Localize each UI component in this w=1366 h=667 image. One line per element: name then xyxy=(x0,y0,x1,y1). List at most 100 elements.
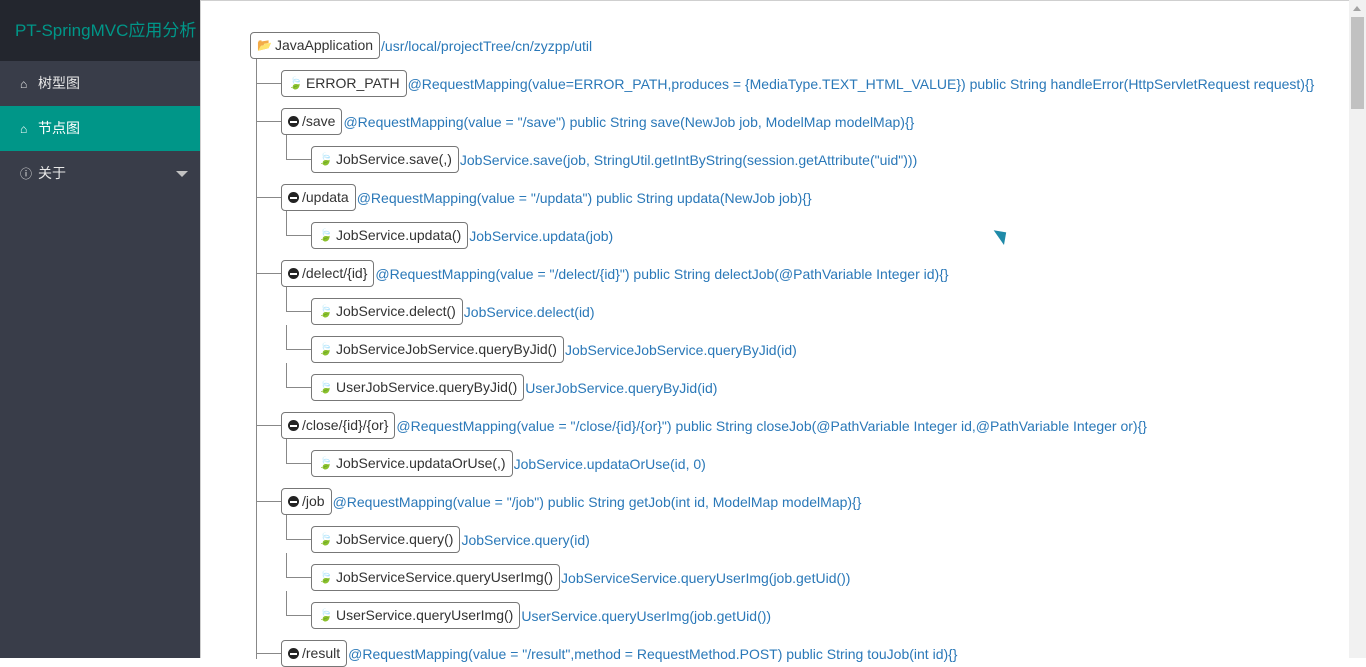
tree-leaf-row: 🍃 JobService.save(,) JobService.save(job, … xyxy=(311,146,917,173)
tree-leaf-row: 🍃 ERROR_PATH @RequestMapping(value=ERROR_P… xyxy=(281,70,1314,97)
home-icon: ⌂ xyxy=(20,122,28,136)
node-tree: 📂 JavaApplication /usr/local/projectTree… xyxy=(201,1,1350,667)
tree-node[interactable]: /result xyxy=(281,640,348,667)
node-description: JobServiceJobService.queryByJid(id) xyxy=(564,341,797,358)
tree-node[interactable]: /job xyxy=(281,488,332,515)
node-description: @RequestMapping(value=ERROR_PATH,produce… xyxy=(407,75,1315,92)
node-description: @RequestMapping(value = "/updata") publi… xyxy=(356,189,812,206)
node-label: /result xyxy=(302,645,341,661)
leaf-icon: 🍃 xyxy=(318,570,333,584)
node-description: JobServiceService.queryUserImg(job.getUi… xyxy=(561,569,851,586)
tree-leaf-row: 🍃 JobServiceJobService.queryByJid() JobSer… xyxy=(311,336,797,363)
node-description: UserJobService.queryByJid(id) xyxy=(525,379,718,396)
tree-leaf-row: 🍃 JobService.delect() JobService.delect(id… xyxy=(311,298,595,325)
tree-node[interactable]: /save xyxy=(281,108,343,135)
tree-node[interactable]: 📂 JavaApplication xyxy=(250,32,381,59)
info-icon: ⓘ xyxy=(20,167,33,181)
node-description: @RequestMapping(value = "/job") public S… xyxy=(332,493,862,510)
leaf-icon: 🍃 xyxy=(318,228,333,242)
tree-connector xyxy=(286,235,311,236)
tree-connector xyxy=(286,577,311,578)
tree-connector xyxy=(286,349,311,350)
tree-branch-row: /save @RequestMapping(value = "/save") pu… xyxy=(281,108,914,135)
tree-node[interactable]: 🍃 ERROR_PATH xyxy=(281,70,407,97)
folder-open-icon: 📂 xyxy=(257,38,272,52)
node-description: JobService.query(id) xyxy=(461,531,590,548)
node-label: JobService.updata() xyxy=(335,227,462,243)
nav-item-tree[interactable]: ⌂ 树型图 xyxy=(0,61,200,106)
vertical-scrollbar[interactable] xyxy=(1349,0,1366,658)
main-content: 📂 JavaApplication /usr/local/projectTree… xyxy=(200,0,1350,667)
tree-node[interactable]: 🍃 JobService.updataOrUse(,) xyxy=(311,450,513,477)
node-label: JobService.updataOrUse(,) xyxy=(335,455,506,471)
node-path: /usr/local/projectTree/cn/zyzpp/util xyxy=(381,37,593,54)
node-description: JobService.save(job, StringUtil.getIntBy… xyxy=(459,151,918,168)
tree-node[interactable]: 🍃 UserService.queryUserImg() xyxy=(311,602,521,629)
node-description: @RequestMapping(value = "/delect/{id}") … xyxy=(375,265,949,282)
node-label: /job xyxy=(302,493,325,509)
tree-connector xyxy=(286,211,287,236)
node-label: ERROR_PATH xyxy=(305,75,400,91)
tree-branch-row: /result @RequestMapping(value = "/result"… xyxy=(281,640,958,667)
tree-node[interactable]: 🍃 JobServiceService.queryUserImg() xyxy=(311,564,561,591)
tree-connector xyxy=(286,515,287,540)
tree-connector xyxy=(256,197,281,198)
tree-connector xyxy=(256,501,281,502)
tree-branch-row: /delect/{id} @RequestMapping(value = "/de… xyxy=(281,260,949,287)
caret-down-icon[interactable] xyxy=(176,171,188,177)
tree-node[interactable]: 🍃 JobServiceJobService.queryByJid() xyxy=(311,336,564,363)
tree-node[interactable]: /close/{id}/{or} xyxy=(281,412,396,439)
node-label: /close/{id}/{or} xyxy=(302,417,389,433)
tree-connector xyxy=(256,83,281,84)
tree-node[interactable]: 🍃 UserJobService.queryByJid() xyxy=(311,374,525,401)
leaf-icon: 🍃 xyxy=(318,152,333,166)
tree-node[interactable]: 🍃 JobService.updata() xyxy=(311,222,469,249)
tree-connector xyxy=(286,311,311,312)
scroll-up-arrow-icon[interactable] xyxy=(1353,6,1361,11)
tree-leaf-row: 🍃 JobService.updata() JobService.updata(jo… xyxy=(311,222,613,249)
nav-item-label: 节点图 xyxy=(38,120,80,136)
tree-node[interactable]: /delect/{id} xyxy=(281,260,375,287)
tree-node[interactable]: /updata xyxy=(281,184,356,211)
tree-connector xyxy=(256,121,281,122)
node-description: JobService.updata(job) xyxy=(469,227,614,244)
tree-node[interactable]: 🍃 JobService.save(,) xyxy=(311,146,459,173)
node-label: /save xyxy=(302,113,336,129)
node-label: JobService.query() xyxy=(335,531,454,547)
leaf-icon: 🍃 xyxy=(318,304,333,318)
nav-item-node[interactable]: ⌂ 节点图 xyxy=(0,106,200,151)
node-label: JobServiceService.queryUserImg() xyxy=(335,569,554,585)
nav-item-label: 关于 xyxy=(38,165,66,181)
tree-branch-row: /close/{id}/{or} @RequestMapping(value = … xyxy=(281,412,1147,439)
node-label: UserJobService.queryByJid() xyxy=(335,379,518,395)
node-description: JobService.delect(id) xyxy=(463,303,595,320)
scroll-thumb[interactable] xyxy=(1351,17,1364,109)
tree-node[interactable]: 🍃 JobService.delect() xyxy=(311,298,463,325)
node-label: JobService.save(,) xyxy=(335,151,452,167)
minus-circle-icon[interactable] xyxy=(288,648,299,659)
tree-leaf-row: 🍃 UserService.queryUserImg() UserService.q… xyxy=(311,602,771,629)
node-label: UserService.queryUserImg() xyxy=(335,607,514,623)
tree-connector xyxy=(286,159,311,160)
leaf-icon: 🍃 xyxy=(318,342,333,356)
tree-connector xyxy=(286,591,287,616)
home-icon: ⌂ xyxy=(20,77,28,91)
minus-circle-icon[interactable] xyxy=(288,268,299,279)
node-label: /delect/{id} xyxy=(302,265,368,281)
tree-node[interactable]: 🍃 JobService.query() xyxy=(311,526,461,553)
tree-leaf-row: 🍃 JobServiceService.queryUserImg() JobServ… xyxy=(311,564,850,591)
node-label: /updata xyxy=(302,189,349,205)
tree-connector xyxy=(286,539,311,540)
minus-circle-icon[interactable] xyxy=(288,192,299,203)
minus-circle-icon[interactable] xyxy=(288,496,299,507)
tree-branch-row: /updata @RequestMapping(value = "/updata"… xyxy=(281,184,812,211)
tree-connector xyxy=(286,463,311,464)
minus-circle-icon[interactable] xyxy=(288,420,299,431)
tree-connector xyxy=(286,287,287,312)
tree-connector xyxy=(286,387,311,388)
node-label: JobServiceJobService.queryByJid() xyxy=(335,341,557,357)
leaf-icon: 🍃 xyxy=(318,532,333,546)
minus-circle-icon[interactable] xyxy=(288,116,299,127)
nav-item-about[interactable]: ⓘ 关于 xyxy=(0,151,200,196)
tree-connector xyxy=(256,59,257,659)
